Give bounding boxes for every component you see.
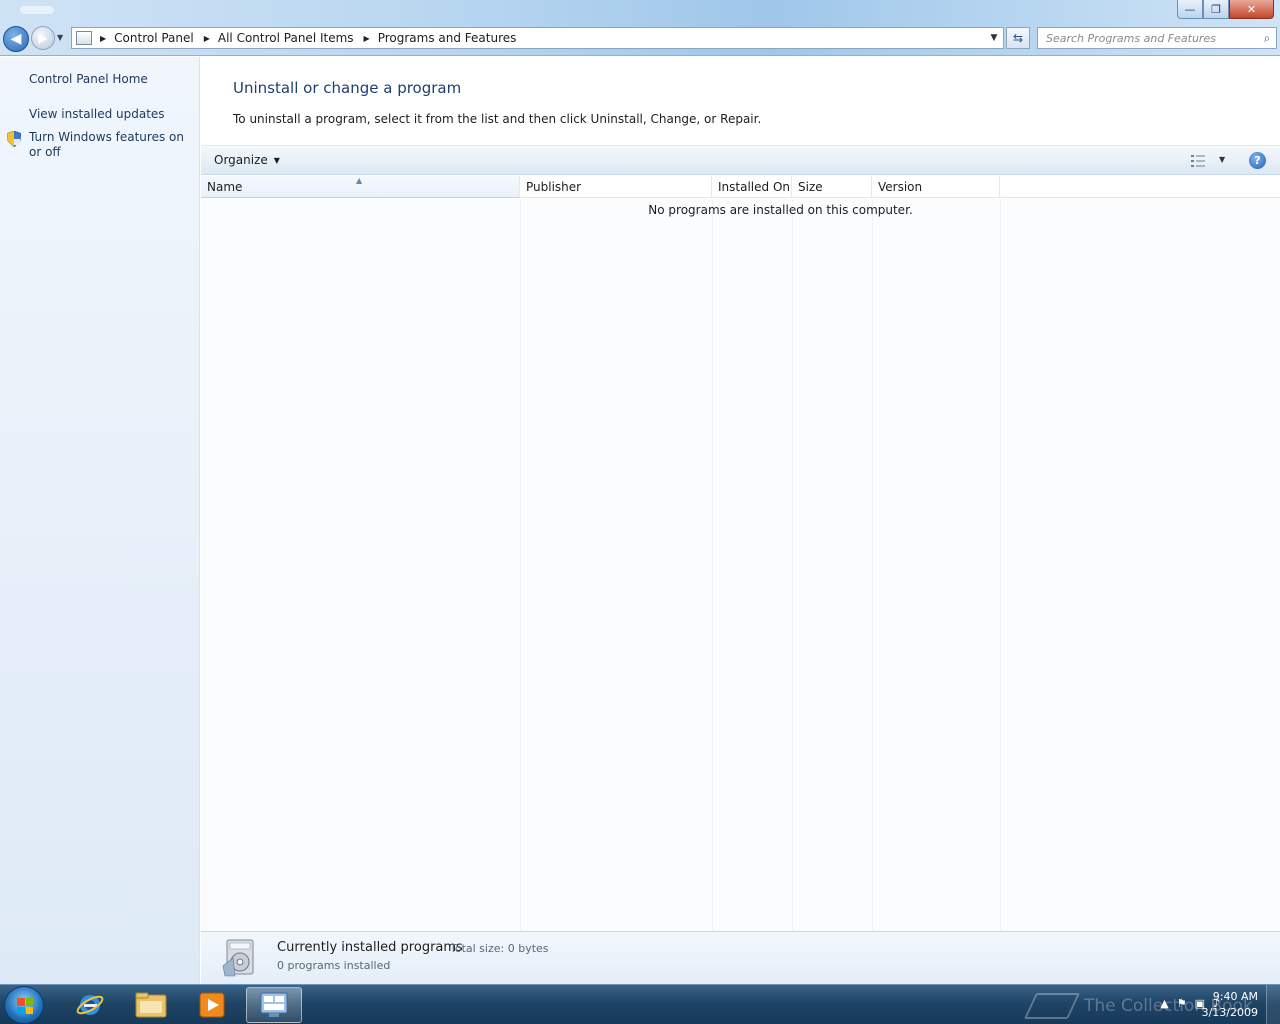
start-button[interactable] <box>4 986 44 1024</box>
command-bar: Organize ▼ ▼ ? <box>201 145 1280 175</box>
breadcrumb-programs-features[interactable]: Programs and Features <box>378 31 517 45</box>
address-bar[interactable]: ▶ Control Panel ▶ All Control Panel Item… <box>71 27 1004 49</box>
page-title: Uninstall or change a program <box>233 79 462 97</box>
clock-time: 9:40 AM <box>1212 990 1258 1003</box>
maximize-button[interactable]: ❐ <box>1203 0 1229 19</box>
chevron-right-icon[interactable]: ▶ <box>204 34 210 43</box>
help-icon[interactable]: ? <box>1249 152 1266 169</box>
details-program-count: 0 programs installed <box>277 959 391 972</box>
column-divider <box>872 199 873 931</box>
breadcrumb-control-panel[interactable]: Control Panel <box>114 31 194 45</box>
arrow-left-icon: ◀ <box>10 31 22 47</box>
control-panel-icon <box>76 31 92 45</box>
sort-ascending-icon: ▲ <box>356 176 363 185</box>
refresh-icon: ⇆ <box>1012 31 1024 45</box>
arrow-right-icon: ▶ <box>38 31 48 45</box>
column-divider <box>520 199 521 931</box>
taskbar-control-panel[interactable] <box>246 987 302 1023</box>
internet-explorer-icon <box>76 995 104 1015</box>
chevron-down-icon: ▼ <box>273 155 280 165</box>
organize-button[interactable]: Organize ▼ <box>214 153 280 167</box>
address-dropdown[interactable]: ▼ <box>985 33 1003 43</box>
control-panel-icon <box>260 992 288 1017</box>
breadcrumb-all-items[interactable]: All Control Panel Items <box>218 31 354 45</box>
taskbar-internet-explorer[interactable] <box>62 987 118 1023</box>
chevron-right-icon[interactable]: ▶ <box>364 34 370 43</box>
close-button[interactable]: ✕ <box>1229 0 1274 19</box>
page-instructions: To uninstall a program, select it from t… <box>233 112 762 126</box>
media-player-icon <box>199 992 225 1018</box>
details-title: Currently installed programs <box>277 940 463 955</box>
control-panel-home-link[interactable]: Control Panel Home <box>29 72 148 87</box>
show-hidden-icons-icon[interactable]: ▲ <box>1160 997 1168 1010</box>
windows-logo-icon <box>17 998 33 1014</box>
search-icon[interactable]: ⌕ <box>1258 31 1276 46</box>
shield-icon <box>7 131 21 147</box>
taskbar: ▲ ⚑ ▣ ♪ 9:40 AM 3/13/2009 <box>0 984 1280 1024</box>
show-desktop-button[interactable] <box>1266 985 1280 1024</box>
column-header-publisher[interactable]: Publisher <box>520 176 712 198</box>
windows-explorer-icon <box>135 992 167 1018</box>
window-title-ghost <box>20 6 54 14</box>
main-content: Uninstall or change a program To uninsta… <box>201 57 1280 984</box>
column-header-row: ▲ Name Publisher Installed On Size Versi… <box>201 176 1280 198</box>
view-installed-updates-link[interactable]: View installed updates <box>29 107 165 122</box>
clock-date: 3/13/2009 <box>1201 1006 1258 1019</box>
forward-button[interactable]: ▶ <box>31 26 55 50</box>
column-divider <box>712 199 713 931</box>
column-header-version[interactable]: Version <box>872 176 1000 198</box>
tasks-pane: Control Panel Home View installed update… <box>0 57 200 984</box>
turn-windows-features-link[interactable]: Turn Windows features on or off <box>29 130 189 160</box>
views-icon[interactable] <box>1191 154 1207 168</box>
taskbar-media-player[interactable] <box>184 987 240 1023</box>
chevron-right-icon[interactable]: ▶ <box>100 34 106 43</box>
column-divider <box>1000 199 1001 931</box>
action-center-flag-icon[interactable]: ⚑ <box>1177 997 1187 1010</box>
column-header-size[interactable]: Size <box>792 176 872 198</box>
refresh-button[interactable]: ⇆ <box>1006 27 1030 49</box>
window-controls: — ❐ ✕ <box>1177 0 1274 19</box>
column-header-installed-on[interactable]: Installed On <box>712 176 792 198</box>
organize-label: Organize <box>214 153 268 167</box>
back-button[interactable]: ◀ <box>3 26 29 52</box>
installed-programs-icon <box>222 939 254 977</box>
recent-pages-dropdown[interactable]: ▼ <box>57 33 63 42</box>
views-dropdown[interactable]: ▼ <box>1219 155 1225 164</box>
taskbar-windows-explorer[interactable] <box>123 987 179 1023</box>
column-header-name[interactable]: ▲ Name <box>201 176 520 198</box>
search-box[interactable]: ⌕ <box>1037 27 1277 49</box>
clock[interactable]: 9:40 AM 3/13/2009 <box>1202 989 1258 1021</box>
column-divider <box>792 199 793 931</box>
details-pane: Currently installed programs Total size:… <box>201 931 1280 984</box>
minimize-button[interactable]: — <box>1177 0 1203 19</box>
program-list[interactable]: No programs are installed on this comput… <box>201 199 1280 931</box>
search-input[interactable] <box>1038 29 1258 47</box>
details-total-size: Total size: 0 bytes <box>450 942 549 955</box>
window-chrome: — ❐ ✕ ◀ ▶ ▼ ▶ Control Panel ▶ All Contro… <box>0 0 1280 56</box>
column-header-label: Name <box>207 180 243 194</box>
empty-list-message: No programs are installed on this comput… <box>648 203 913 217</box>
